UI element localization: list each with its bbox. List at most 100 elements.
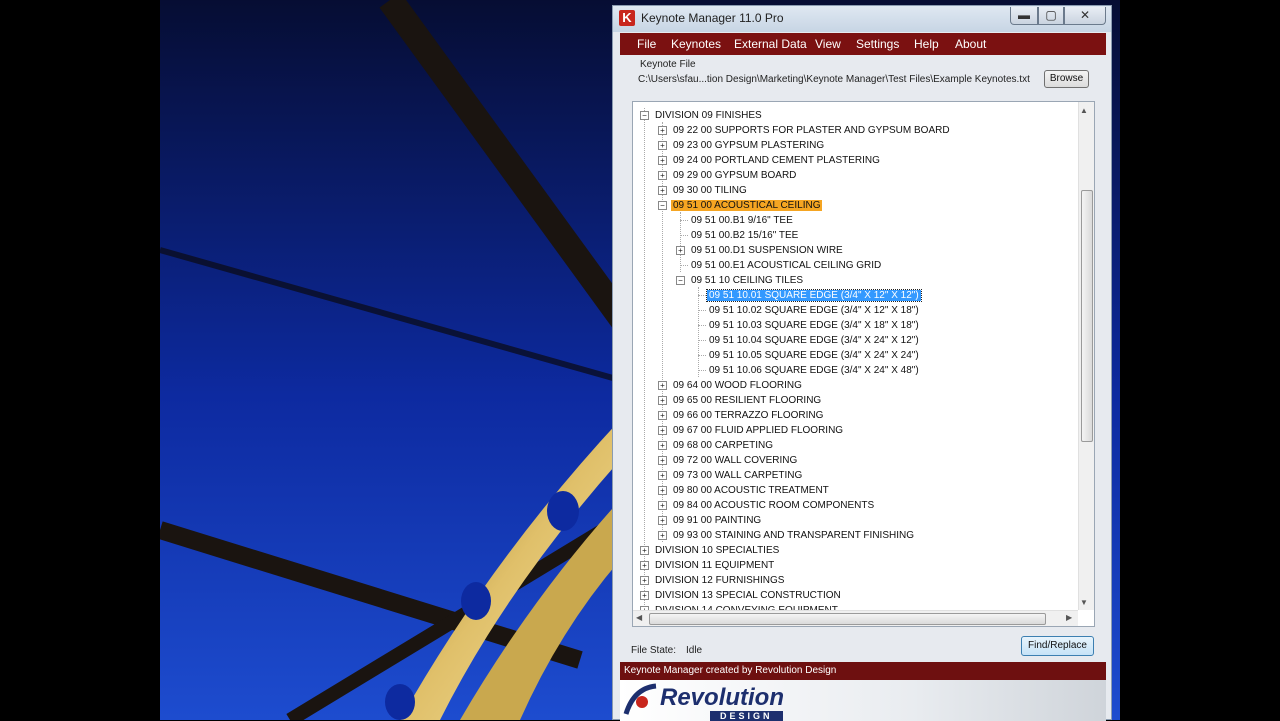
scroll-right-arrow-icon[interactable]: ▶ (1066, 613, 1072, 622)
tree-node[interactable]: DIVISION 12 FURNISHINGS (653, 573, 786, 588)
tree-node[interactable]: 09 51 10.03 SQUARE EDGE (3/4" X 18" X 18… (707, 318, 921, 333)
expand-icon[interactable]: + (640, 546, 649, 555)
tree-node[interactable]: 09 93 00 STAINING AND TRANSPARENT FINISH… (671, 528, 916, 543)
expand-icon[interactable]: + (658, 141, 667, 150)
expand-icon[interactable]: + (658, 456, 667, 465)
tree-node[interactable]: 09 51 00 ACOUSTICAL CEILING (671, 198, 823, 213)
app-logo-icon: K (619, 10, 635, 26)
expand-icon[interactable]: + (658, 441, 667, 450)
tree-node[interactable]: 09 29 00 GYPSUM BOARD (671, 168, 798, 183)
menu-keynotes[interactable]: Keynotes (671, 37, 721, 51)
tree-node-label: DIVISION 11 EQUIPMENT (655, 560, 775, 571)
menu-about[interactable]: About (955, 37, 986, 51)
tree-node[interactable]: 09 67 00 FLUID APPLIED FLOORING (671, 423, 845, 438)
expand-icon[interactable]: + (658, 381, 667, 390)
tree-node[interactable]: 09 84 00 ACOUSTIC ROOM COMPONENTS (671, 498, 876, 513)
minimize-button[interactable]: ▬ (1010, 7, 1038, 25)
tree-node[interactable]: DIVISION 11 EQUIPMENT (653, 558, 776, 573)
tree-node[interactable]: 09 68 00 CARPETING (671, 438, 775, 453)
expand-icon[interactable]: + (658, 531, 667, 540)
tree-node-label: 09 84 00 ACOUSTIC ROOM COMPONENTS (673, 500, 875, 511)
menu-settings[interactable]: Settings (856, 37, 899, 51)
expand-icon[interactable]: + (658, 501, 667, 510)
tree-node-label: 09 51 10.06 SQUARE EDGE (3/4" X 24" X 48… (709, 365, 919, 376)
find-replace-button[interactable]: Find/Replace (1021, 636, 1094, 656)
expand-icon[interactable]: + (676, 246, 685, 255)
minimize-icon: ▬ (1018, 8, 1030, 22)
expand-icon[interactable]: + (658, 396, 667, 405)
tree-connector (698, 295, 706, 296)
menu-external-data[interactable]: External Data (734, 37, 807, 51)
expand-icon[interactable]: + (658, 156, 667, 165)
tree-node-label: 09 66 00 TERRAZZO FLOORING (673, 410, 824, 421)
tree-node[interactable]: 09 80 00 ACOUSTIC TREATMENT (671, 483, 831, 498)
tree-node[interactable]: 09 51 10.04 SQUARE EDGE (3/4" X 24" X 12… (707, 333, 921, 348)
expand-icon[interactable]: + (658, 411, 667, 420)
collapse-icon[interactable]: − (676, 276, 685, 285)
tree-node[interactable]: 09 51 00.B2 15/16" TEE (689, 228, 800, 243)
tree-connector (698, 370, 706, 371)
tree-node[interactable]: DIVISION 10 SPECIALTIES (653, 543, 781, 558)
tree-node[interactable]: DIVISION 13 SPECIAL CONSTRUCTION (653, 588, 843, 603)
scroll-up-arrow-icon[interactable]: ▲ (1080, 106, 1088, 115)
tree-node[interactable]: 09 22 00 SUPPORTS FOR PLASTER AND GYPSUM… (671, 123, 952, 138)
tree-node[interactable]: 09 51 10.05 SQUARE EDGE (3/4" X 24" X 24… (707, 348, 921, 363)
expand-icon[interactable]: + (640, 576, 649, 585)
collapse-icon[interactable]: − (640, 111, 649, 120)
credit-text: Keynote Manager created by Revolution De… (624, 665, 837, 676)
tree-node[interactable]: 09 51 10.06 SQUARE EDGE (3/4" X 24" X 48… (707, 363, 921, 378)
tree-node[interactable]: 09 30 00 TILING (671, 183, 749, 198)
title-bar[interactable]: K Keynote Manager 11.0 Pro ▬ ▢ ✕ (613, 6, 1111, 32)
browse-button[interactable]: Browse (1044, 70, 1089, 88)
expand-icon[interactable]: + (658, 471, 667, 480)
expand-icon[interactable]: + (658, 486, 667, 495)
expand-icon[interactable]: + (658, 126, 667, 135)
expand-icon[interactable]: + (658, 186, 667, 195)
tree-node-label: 09 29 00 GYPSUM BOARD (673, 170, 797, 181)
keynote-tree[interactable]: DIVISION 09 FINISHES −09 22 00 SUPPORTS F… (632, 101, 1095, 627)
tree-node-label: 09 51 00 ACOUSTICAL CEILING (671, 200, 823, 211)
tree-node-label: 09 51 10.04 SQUARE EDGE (3/4" X 24" X 12… (709, 335, 919, 346)
tree-node-label: 09 51 00.B1 9/16" TEE (691, 215, 793, 226)
expand-icon[interactable]: + (658, 516, 667, 525)
tree-node-label: 09 51 10.03 SQUARE EDGE (3/4" X 18" X 18… (709, 320, 919, 331)
tree-node[interactable]: 09 91 00 PAINTING (671, 513, 763, 528)
tree-node[interactable]: 09 51 10 CEILING TILES (689, 273, 805, 288)
tree-node[interactable]: 09 23 00 GYPSUM PLASTERING (671, 138, 826, 153)
tree-node[interactable]: 09 66 00 TERRAZZO FLOORING (671, 408, 825, 423)
tree-node[interactable]: 09 51 00.D1 SUSPENSION WIRE (689, 243, 845, 258)
maximize-button[interactable]: ▢ (1038, 7, 1064, 25)
expand-icon[interactable]: + (658, 426, 667, 435)
scroll-down-arrow-icon[interactable]: ▼ (1080, 598, 1088, 607)
collapse-icon[interactable]: − (658, 201, 667, 210)
menu-file[interactable]: File (637, 37, 656, 51)
tree-node[interactable]: 09 51 00.E1 ACOUSTICAL CEILING GRID (689, 258, 883, 273)
scroll-left-arrow-icon[interactable]: ◀ (636, 613, 642, 622)
tree-node[interactable]: 09 24 00 PORTLAND CEMENT PLASTERING (671, 153, 882, 168)
tree-node[interactable]: 09 73 00 WALL CARPETING (671, 468, 804, 483)
revolution-logo-icon (623, 683, 657, 715)
close-icon: ✕ (1079, 8, 1091, 22)
tree-node-label: 09 80 00 ACOUSTIC TREATMENT (673, 485, 829, 496)
close-button[interactable]: ✕ (1064, 7, 1106, 25)
tree-node[interactable]: 09 65 00 RESILIENT FLOORING (671, 393, 823, 408)
expand-icon[interactable]: + (640, 561, 649, 570)
tree-node[interactable]: 09 51 00.B1 9/16" TEE (689, 213, 795, 228)
horizontal-scroll-thumb[interactable] (649, 613, 1046, 625)
menu-help[interactable]: Help (914, 37, 939, 51)
expand-icon[interactable]: + (658, 171, 667, 180)
window-title: Keynote Manager 11.0 Pro (641, 11, 784, 25)
credit-bar: Keynote Manager created by Revolution De… (620, 662, 1106, 680)
menu-view[interactable]: View (815, 37, 841, 51)
tree-node[interactable]: 09 51 10.02 SQUARE EDGE (3/4" X 12" X 18… (707, 303, 921, 318)
tree-node[interactable]: 09 72 00 WALL COVERING (671, 453, 799, 468)
tree-node[interactable]: 09 51 10.01 SQUARE EDGE (3/4" X 12" X 12… (706, 288, 922, 303)
maximize-icon: ▢ (1045, 8, 1057, 22)
tree-node-label: 09 51 10.01 SQUARE EDGE (3/4" X 12" X 12… (706, 289, 922, 302)
expand-icon[interactable]: + (640, 591, 649, 600)
tree-node[interactable]: DIVISION 09 FINISHES (653, 108, 764, 123)
tree-node-label: 09 22 00 SUPPORTS FOR PLASTER AND GYPSUM… (673, 125, 950, 136)
tree-node[interactable]: 09 64 00 WOOD FLOORING (671, 378, 804, 393)
tree-node-label: 09 23 00 GYPSUM PLASTERING (673, 140, 825, 151)
vertical-scroll-thumb[interactable] (1081, 190, 1093, 442)
